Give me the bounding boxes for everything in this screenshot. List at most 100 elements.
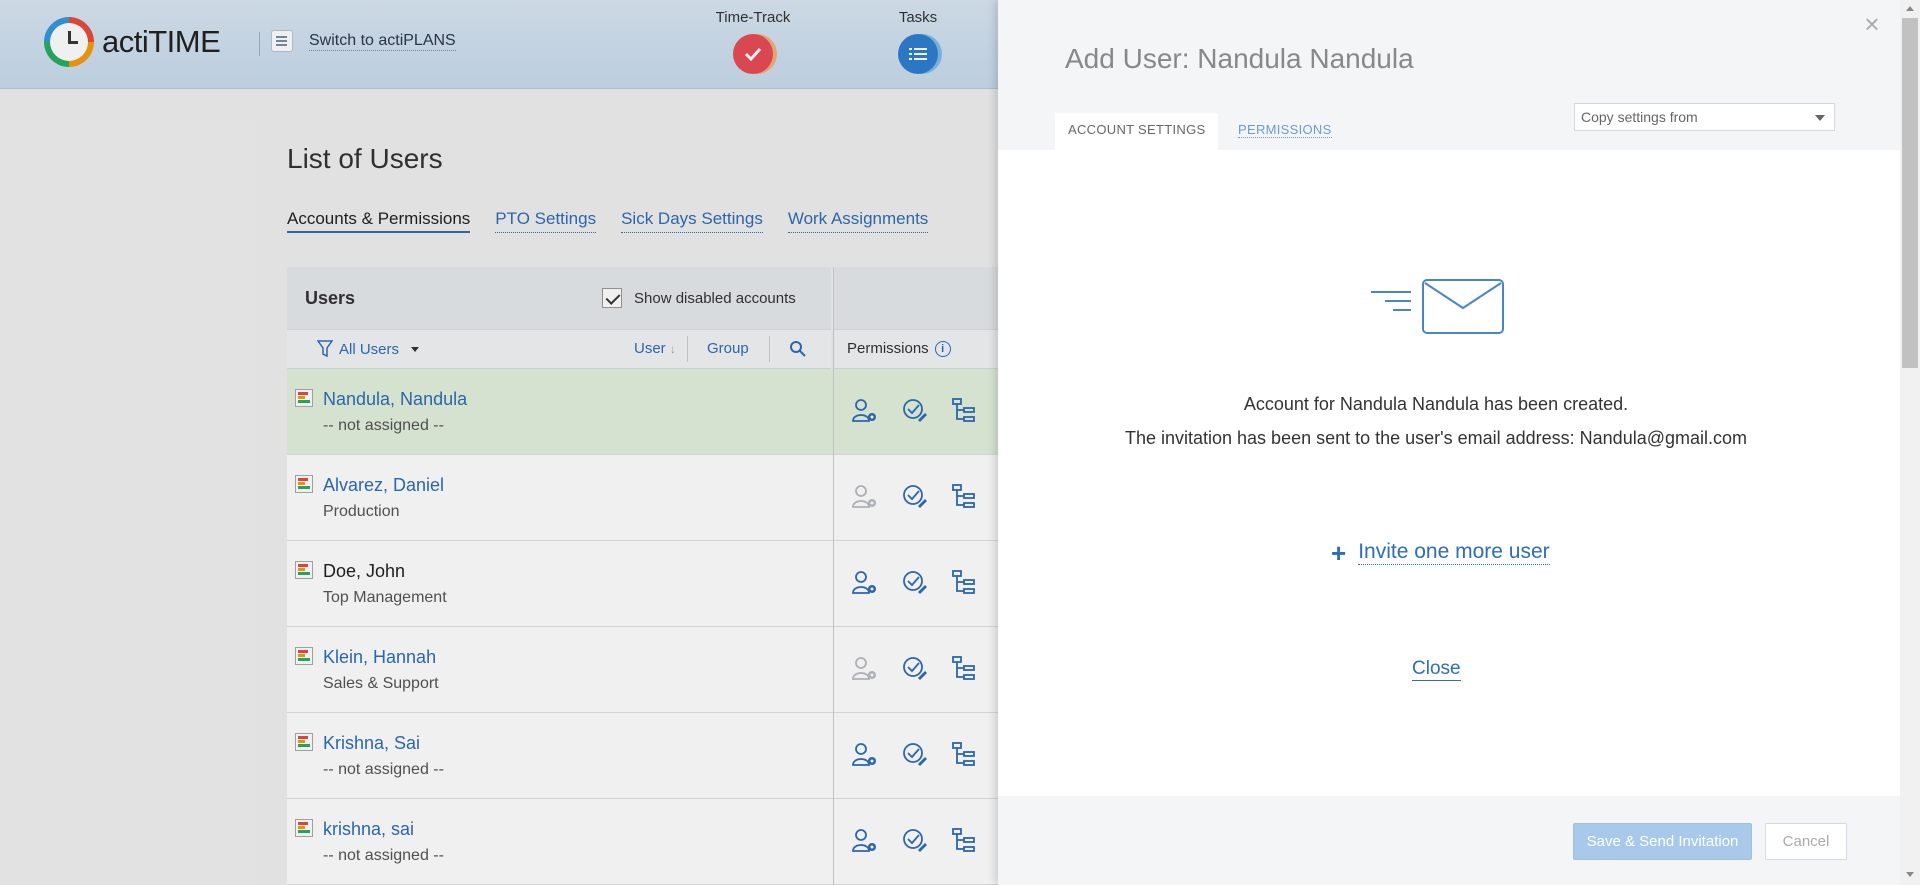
clock-logo-icon	[44, 17, 94, 67]
approve-timetrack-permission-icon[interactable]	[901, 397, 929, 425]
user-management-permission-icon[interactable]	[851, 827, 879, 855]
filter-divider	[769, 336, 770, 362]
task-structure-permission-icon[interactable]	[950, 569, 978, 597]
permissions-cell	[833, 455, 1003, 541]
invitation-sent-message: The invitation has been sent to the user…	[1124, 428, 1748, 448]
nav-tasks[interactable]: Tasks	[878, 9, 958, 74]
approve-timetrack-permission-icon[interactable]	[901, 569, 929, 597]
nav-time-track[interactable]: Time-Track	[714, 9, 792, 74]
cancel-button[interactable]: Cancel	[1765, 823, 1847, 860]
invite-one-more-user-link[interactable]: + Invite one more user	[1331, 537, 1550, 568]
chevron-down-icon	[411, 346, 420, 352]
approve-timetrack-permission-icon[interactable]	[901, 483, 929, 511]
user-group: Top Management	[323, 589, 447, 606]
permissions-header: Permissions i	[834, 329, 1003, 369]
user-name[interactable]: Alvarez, Daniel	[323, 475, 444, 496]
switch-to-actiplans-link[interactable]: Switch to actiPLANS	[271, 30, 456, 52]
invite-one-more-user-label: Invite one more user	[1358, 540, 1550, 565]
user-row[interactable]: krishna, sai -- not assigned --	[287, 799, 1003, 885]
search-icon[interactable]	[789, 340, 807, 358]
user-management-permission-icon[interactable]	[851, 569, 879, 597]
sort-by-user[interactable]: User ↓	[634, 340, 676, 357]
tab-accounts-permissions[interactable]: Accounts & Permissions	[287, 209, 471, 233]
user-name[interactable]: Nandula, Nandula	[323, 389, 467, 410]
user-management-permission-icon[interactable]	[851, 483, 879, 511]
user-management-permission-icon[interactable]	[851, 397, 879, 425]
users-panel-title: Users	[305, 287, 356, 308]
user-cell: Krishna, Sai -- not assigned --	[287, 713, 831, 799]
show-disabled-checkbox[interactable]	[602, 288, 622, 308]
user-timesheet-icon[interactable]	[295, 733, 313, 751]
task-structure-permission-icon[interactable]	[950, 741, 978, 769]
tab-account-settings[interactable]: ACCOUNT SETTINGS	[1055, 113, 1219, 150]
user-timesheet-icon[interactable]	[295, 561, 313, 579]
user-row[interactable]: Doe, John Top Management	[287, 541, 1003, 627]
sort-by-user-label: User	[634, 340, 666, 357]
user-group: Sales & Support	[323, 675, 439, 692]
permissions-panel-header	[834, 267, 1003, 329]
user-timesheet-icon[interactable]	[295, 389, 313, 407]
scroll-down-arrow-icon[interactable]	[1906, 872, 1914, 877]
user-timesheet-icon[interactable]	[295, 647, 313, 665]
all-users-label: All Users	[339, 340, 400, 358]
user-cell: Alvarez, Daniel Production	[287, 455, 831, 541]
user-management-permission-icon[interactable]	[851, 655, 879, 683]
vertical-scrollbar[interactable]	[1900, 0, 1920, 885]
tab-work-assignments[interactable]: Work Assignments	[787, 209, 929, 233]
scroll-up-arrow-icon[interactable]	[1906, 6, 1914, 11]
task-structure-permission-icon[interactable]	[950, 655, 978, 683]
user-timesheet-icon[interactable]	[295, 475, 313, 493]
user-cell: Doe, John Top Management	[287, 541, 831, 627]
add-user-panel-header: Add User: Nandula Nandula × ACCOUNT SETT…	[998, 0, 1900, 150]
switch-to-actiplans-label: Switch to actiPLANS	[309, 31, 456, 51]
close-icon[interactable]: ×	[1862, 11, 1882, 37]
user-group: -- not assigned --	[323, 417, 444, 434]
user-cell: Klein, Hannah Sales & Support	[287, 627, 831, 713]
approve-timetrack-permission-icon[interactable]	[901, 827, 929, 855]
user-timesheet-icon[interactable]	[295, 819, 313, 837]
task-structure-permission-icon[interactable]	[950, 397, 978, 425]
info-icon[interactable]: i	[934, 341, 951, 357]
copy-settings-select[interactable]: Copy settings from	[1574, 103, 1835, 131]
user-group: Production	[323, 503, 400, 520]
task-structure-permission-icon[interactable]	[950, 827, 978, 855]
approve-timetrack-permission-icon[interactable]	[901, 655, 929, 683]
logo-text: actiTIME	[102, 24, 221, 59]
user-name[interactable]: krishna, sai	[323, 819, 414, 840]
show-disabled-accounts-toggle[interactable]: Show disabled accounts	[602, 288, 796, 308]
plus-icon: +	[1331, 537, 1347, 568]
approve-timetrack-permission-icon[interactable]	[901, 741, 929, 769]
save-send-invitation-button[interactable]: Save & Send Invitation	[1573, 823, 1752, 860]
tab-pto-settings[interactable]: PTO Settings	[495, 209, 597, 233]
user-row[interactable]: Krishna, Sai -- not assigned --	[287, 713, 1003, 799]
user-group: -- not assigned --	[323, 847, 444, 864]
sort-arrow-icon: ↓	[669, 342, 676, 356]
copy-settings-placeholder: Copy settings from	[1581, 109, 1698, 125]
scrollbar-thumb[interactable]	[1902, 18, 1918, 368]
user-name[interactable]: Klein, Hannah	[323, 647, 436, 668]
close-link[interactable]: Close	[1412, 658, 1461, 681]
user-group: -- not assigned --	[323, 761, 444, 778]
sort-by-group[interactable]: Group	[707, 340, 749, 357]
user-row[interactable]: Alvarez, Daniel Production	[287, 455, 1003, 541]
actitime-logo[interactable]: actiTIME	[44, 17, 221, 67]
header-divider	[259, 32, 260, 56]
users-filter-bar: All Users User ↓ Group	[287, 329, 831, 369]
user-name[interactable]: Krishna, Sai	[323, 733, 420, 754]
tab-sick-days-settings[interactable]: Sick Days Settings	[621, 209, 763, 233]
user-management-permission-icon[interactable]	[851, 741, 879, 769]
permissions-cell	[833, 541, 1003, 627]
actiplans-icon	[271, 30, 293, 52]
user-row[interactable]: Klein, Hannah Sales & Support	[287, 627, 1003, 713]
permissions-cell	[833, 799, 1003, 885]
task-structure-permission-icon[interactable]	[950, 483, 978, 511]
user-row[interactable]: Nandula, Nandula -- not assigned --	[287, 369, 1003, 455]
permissions-cell	[833, 713, 1003, 799]
permissions-label: Permissions	[847, 340, 929, 357]
account-created-message: Account for Nandula Nandula has been cre…	[1243, 394, 1629, 414]
all-users-filter[interactable]: All Users	[317, 340, 420, 358]
nav-tasks-label: Tasks	[898, 9, 938, 26]
user-name[interactable]: Doe, John	[323, 561, 405, 582]
tab-permissions[interactable]: PERMISSIONS	[1225, 113, 1345, 150]
user-cell: krishna, sai -- not assigned --	[287, 799, 831, 885]
